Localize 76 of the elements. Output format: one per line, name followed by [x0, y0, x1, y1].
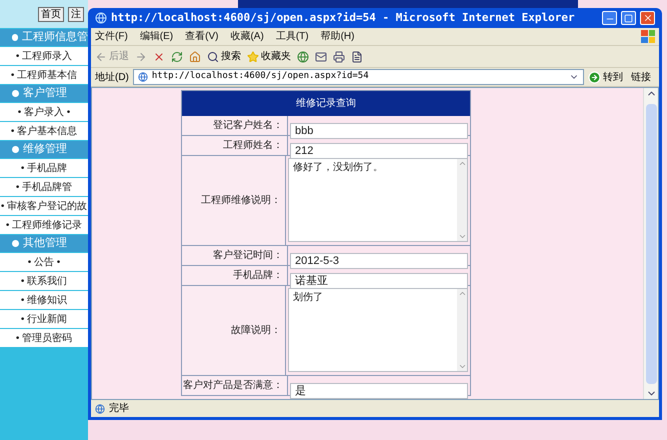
search-button[interactable]: 搜索	[207, 49, 241, 64]
nav-button[interactable]: 注	[68, 6, 84, 22]
scroll-up-icon	[458, 289, 466, 298]
sidebar-item[interactable]: • 客户录入 •	[0, 103, 88, 121]
sidebar-item[interactable]: • 公告 •	[0, 253, 88, 271]
arrow-right-icon	[588, 70, 601, 84]
text-field[interactable]: 2012-5-3	[290, 253, 468, 270]
sidebar-item[interactable]: • 客户基本信息	[0, 122, 88, 140]
forward-icon[interactable]	[135, 50, 147, 62]
sidebar-item[interactable]: • 工程师基本信	[0, 66, 88, 84]
sidebar-item[interactable]: • 工程师录入	[0, 47, 88, 65]
square-icon	[624, 14, 633, 22]
nav-button[interactable]: 首页	[38, 6, 64, 22]
section-title: 其他管理	[23, 236, 67, 252]
refresh-icon[interactable]	[171, 50, 183, 62]
sidebar-item[interactable]: • 手机品牌	[0, 159, 88, 177]
minimize-button[interactable]	[602, 11, 617, 25]
section-title: 工程师信息管	[22, 30, 88, 46]
maximize-button[interactable]	[621, 11, 636, 25]
address-label: 地址(D)	[95, 70, 129, 84]
sidebar-item[interactable]: • 审核客户登记的故	[0, 197, 88, 215]
sidebar-item[interactable]: • 联系我们	[0, 272, 88, 290]
scroll-down-icon	[458, 232, 466, 241]
field-label: 故障说明：	[231, 324, 281, 338]
sidebar-item[interactable]: • 工程师维修记录	[0, 216, 88, 234]
media-icon[interactable]	[297, 50, 309, 62]
field-text: 修好了，没划伤了。	[292, 160, 384, 175]
favorites-button[interactable]: 收藏夹	[247, 49, 291, 64]
section-title: 客户管理	[23, 86, 67, 102]
field-text: 划伤了	[292, 290, 324, 305]
status-text: 完毕	[109, 402, 129, 416]
menu-item[interactable]: 收藏(A)	[230, 29, 264, 44]
scroll-down-icon	[458, 362, 466, 371]
globe-icon	[138, 72, 148, 82]
windows-logo-icon	[641, 30, 655, 43]
go-button[interactable]: 转到	[588, 70, 623, 84]
menu-item[interactable]: 帮助(H)	[320, 29, 354, 44]
field-label: 客户登记时间：	[213, 248, 283, 263]
field-label: 工程师维修说明：	[201, 194, 281, 208]
star-icon	[247, 50, 259, 62]
sidebar-item[interactable]: • 手机品牌管	[0, 178, 88, 196]
scroll-up-icon	[458, 159, 466, 168]
links-button[interactable]: 链接	[627, 70, 655, 84]
text-field[interactable]: 212	[290, 143, 468, 160]
text-field[interactable]: 诺基亚	[290, 273, 468, 290]
home-icon[interactable]	[189, 50, 201, 62]
close-icon	[642, 13, 652, 23]
text-field[interactable]: 是	[290, 383, 468, 400]
menu-item[interactable]: 工具(T)	[276, 29, 309, 44]
menu-item[interactable]: 编辑(E)	[140, 29, 174, 44]
field-label: 登记客户姓名：	[213, 118, 283, 133]
search-icon	[207, 50, 219, 62]
form-title: 维修记录查询	[182, 91, 470, 116]
section-title: 维修管理	[23, 142, 67, 158]
field-label: 手机品牌：	[233, 268, 283, 283]
address-field[interactable]: http://localhost:4600/sj/open.aspx?id=54	[132, 69, 584, 85]
text-area[interactable]: 划伤了	[288, 288, 468, 372]
sidebar-item[interactable]: • 维修知识	[0, 291, 88, 309]
field-label: 工程师姓名：	[223, 139, 283, 153]
mail-icon[interactable]	[315, 50, 327, 62]
print-icon[interactable]	[333, 50, 345, 62]
menu-item[interactable]: 文件(F)	[95, 29, 128, 44]
stop-icon[interactable]	[153, 50, 165, 62]
text-area[interactable]: 修好了，没划伤了。	[288, 158, 468, 242]
text-field[interactable]: bbb	[290, 123, 468, 140]
field-label: 客户对产品是否满意：	[183, 378, 283, 393]
menu-item[interactable]: 查看(V)	[185, 29, 218, 44]
close-button[interactable]	[640, 11, 655, 25]
page-icon	[95, 404, 105, 414]
back-arrow-icon	[95, 50, 107, 62]
sidebar-item[interactable]: • 行业新闻	[0, 310, 88, 328]
ie-icon	[95, 12, 107, 24]
edit-icon[interactable]	[351, 50, 363, 62]
scroll-thumb[interactable]	[646, 104, 656, 384]
window-title: http://localhost:4600/sj/open.aspx?id=54 - Microsoft Internet Explorer	[111, 10, 576, 26]
sidebar-item[interactable]: • 管理员密码	[0, 329, 88, 347]
